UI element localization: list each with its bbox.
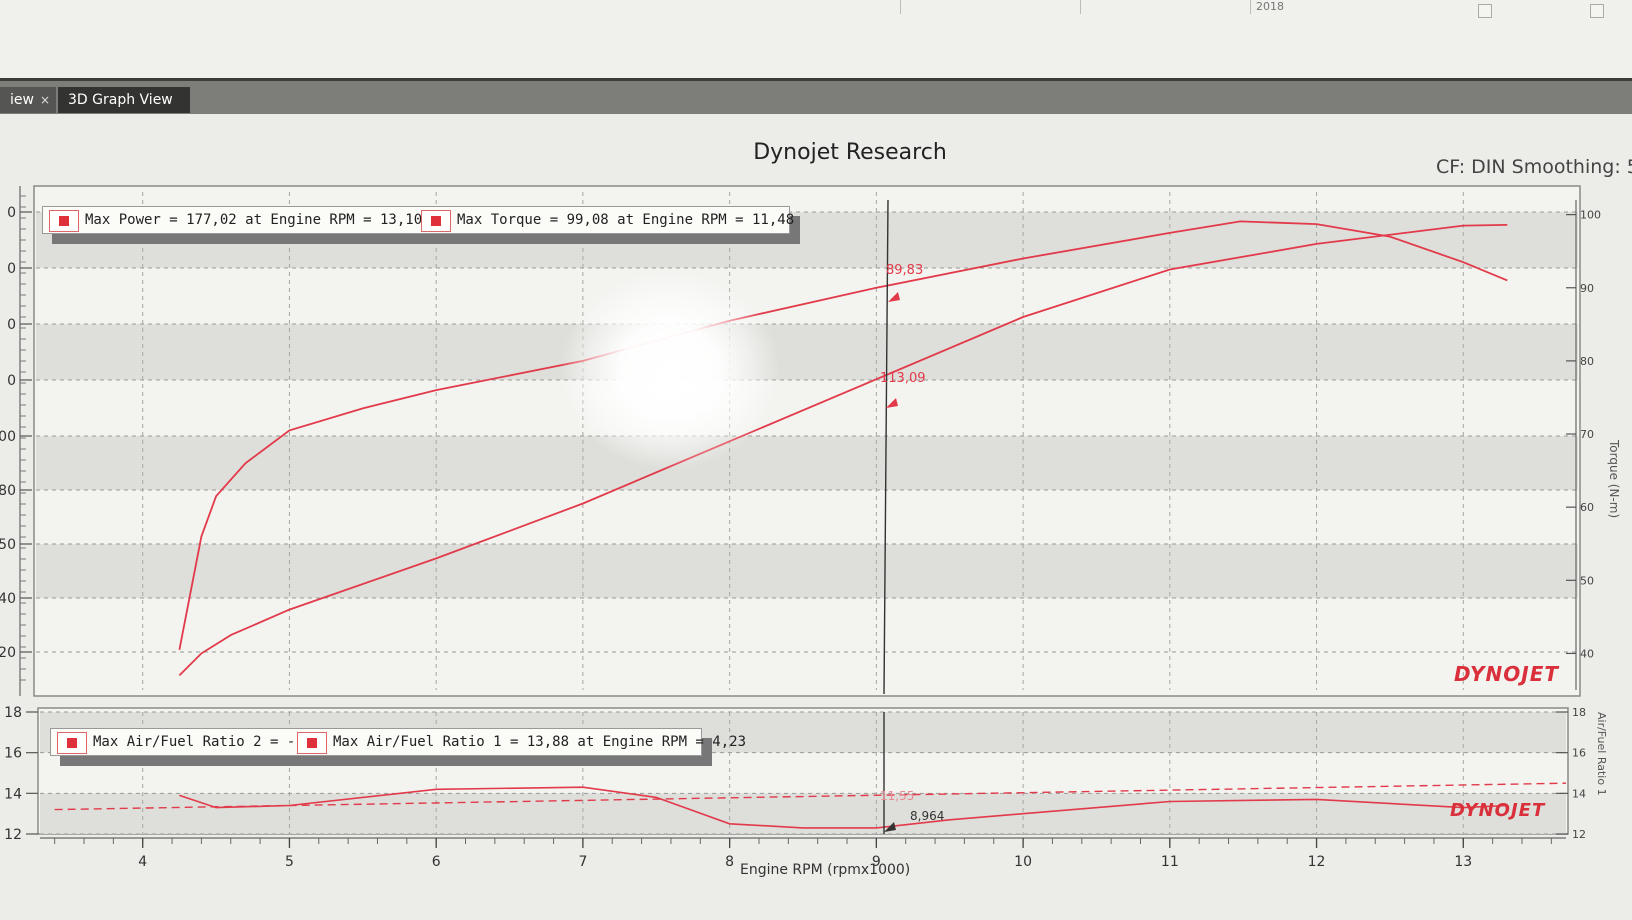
x-tick-label: 6 <box>432 854 441 870</box>
power-torque-legend: Max Power = 177,02 at Engine RPM = 13,10… <box>42 206 794 234</box>
y-right-tick-label: 100 <box>1580 209 1601 222</box>
afr-left-tick-labels: 18 16 14 12 <box>4 705 38 843</box>
cursor-afr-upper-readout: 11,55 <box>880 789 914 803</box>
legend-afr2-text: Max Air/Fuel Ratio 2 = --- <box>93 734 313 750</box>
x-axis-minor-ticks <box>54 838 1552 844</box>
y-tick-label: 50 <box>0 537 16 553</box>
y-right-tick-label: 90 <box>1580 282 1594 295</box>
legend-item-max-power: Max Power = 177,02 at Engine RPM = 13,10 <box>43 207 422 233</box>
y-right-tick-label: 14 <box>1572 787 1586 800</box>
x-tick-label: 11 <box>1161 854 1179 870</box>
afr-right-axis-title: Air/Fuel Ratio 1 <box>1595 712 1608 796</box>
legend-swatch <box>297 732 327 754</box>
y-tick-label: 00 <box>0 429 16 445</box>
legend-afr1-text: Max Air/Fuel Ratio 1 = 13,88 at Engine R… <box>333 734 747 750</box>
legend-item-max-torque: Max Torque = 99,08 at Engine RPM = 11,48 <box>415 207 794 233</box>
y-right-tick-label: 80 <box>1580 355 1594 368</box>
y-tick-label: 16 <box>4 746 22 762</box>
x-tick-label: 10 <box>1014 854 1032 870</box>
right-axis-title: Torque (N-m) <box>1607 439 1621 518</box>
y-tick-label: 12 <box>4 827 22 843</box>
grid-band <box>36 324 1578 380</box>
cursor-torque-readout: 89,83 <box>886 263 923 278</box>
cursor-afr-lower-readout: 8,964 <box>910 809 944 823</box>
y-right-tick-label: 12 <box>1572 828 1586 841</box>
y-tick-label: 0 <box>7 317 16 333</box>
y-right-tick-label: 16 <box>1572 747 1586 760</box>
grid-band <box>36 544 1578 598</box>
cursor-power-readout: 113,09 <box>880 371 926 386</box>
legend-max-power-text: Max Power = 177,02 at Engine RPM = 13,10 <box>85 212 423 228</box>
x-tick-label: 7 <box>578 854 587 870</box>
dyno-plot: 00000080504020 100908070605040 Torque (N… <box>0 185 1621 870</box>
y-tick-label: 20 <box>0 645 16 661</box>
main-left-tick-labels: 00000080504020 <box>0 195 32 681</box>
y-right-tick-label: 40 <box>1580 647 1594 660</box>
y-right-tick-label: 60 <box>1580 501 1594 514</box>
legend-max-torque-text: Max Torque = 99,08 at Engine RPM = 11,48 <box>457 212 795 228</box>
y-tick-label: 18 <box>4 705 22 721</box>
y-tick-label: 80 <box>0 483 16 499</box>
x-tick-label: 4 <box>138 854 147 870</box>
x-tick-label: 8 <box>725 854 734 870</box>
x-axis-title: Engine RPM (rpmx1000) <box>740 862 911 878</box>
y-tick-label: 0 <box>7 261 16 277</box>
y-right-tick-label: 18 <box>1572 706 1586 719</box>
legend-item-afr2: Max Air/Fuel Ratio 2 = --- <box>51 729 312 755</box>
legend-swatch <box>57 732 87 754</box>
x-tick-label: 5 <box>285 854 294 870</box>
legend-swatch <box>49 210 79 232</box>
grid-band <box>36 436 1578 490</box>
x-tick-label: 12 <box>1308 854 1326 870</box>
y-tick-label: 0 <box>7 205 16 221</box>
y-right-tick-label: 50 <box>1580 574 1594 587</box>
y-tick-label: 0 <box>7 373 16 389</box>
dynojet-logo: DYNOJET <box>1454 662 1560 686</box>
dynojet-logo-afr: DYNOJET <box>1450 800 1546 821</box>
legend-swatch <box>421 210 451 232</box>
y-right-tick-label: 70 <box>1580 428 1594 441</box>
y-tick-label: 40 <box>0 591 16 607</box>
y-tick-label: 14 <box>4 786 22 802</box>
afr-legend: Max Air/Fuel Ratio 2 = --- Max Air/Fuel … <box>50 728 746 756</box>
x-tick-label: 13 <box>1454 854 1472 870</box>
legend-item-afr1: Max Air/Fuel Ratio 1 = 13,88 at Engine R… <box>291 729 746 755</box>
